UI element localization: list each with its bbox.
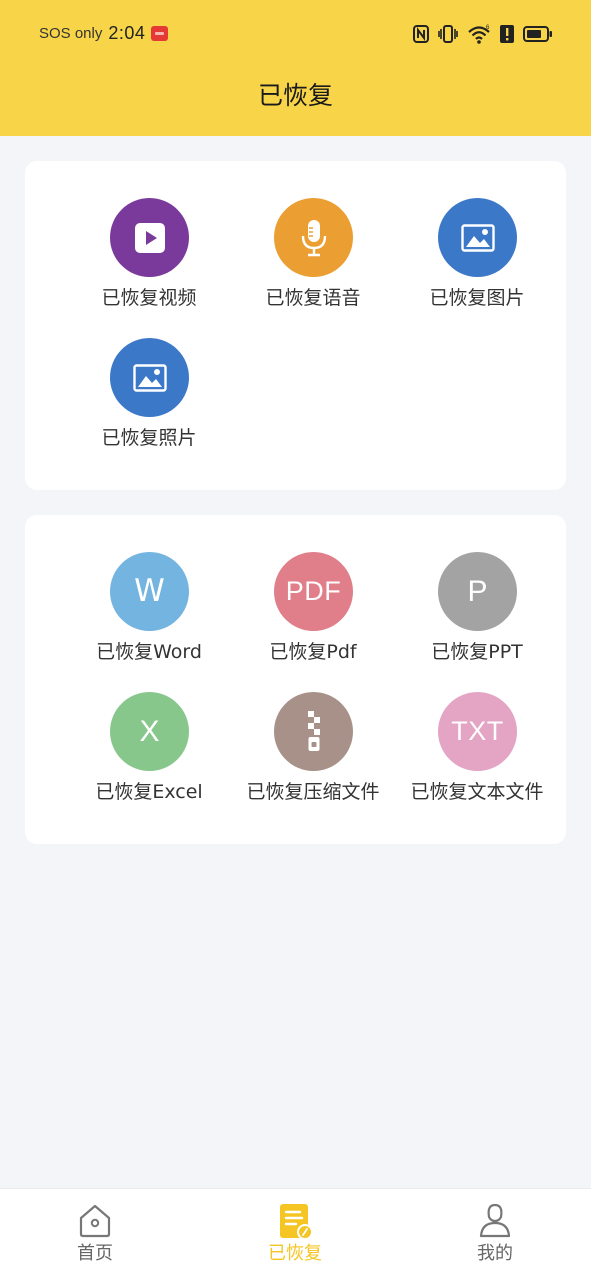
photo-icon xyxy=(110,338,189,417)
recovered-video-tile[interactable]: 已恢复视频 xyxy=(67,198,231,318)
recovered-photo-tile[interactable]: 已恢复照片 xyxy=(67,338,231,458)
status-bar: SOS only 2:04 6 xyxy=(0,0,591,66)
pdf-icon: PDF xyxy=(274,552,353,631)
nav-mine-label: 我的 xyxy=(477,1243,513,1264)
word-icon: W xyxy=(110,552,189,631)
recovered-image-label: 已恢复图片 xyxy=(429,287,525,309)
carrier-text: SOS only xyxy=(39,24,103,42)
recovered-word-tile[interactable]: W 已恢复Word xyxy=(67,552,231,672)
excel-icon: X xyxy=(110,692,189,771)
image-icon xyxy=(438,198,517,277)
nav-recovered-label: 已恢复 xyxy=(268,1243,322,1264)
nfc-icon xyxy=(413,25,429,43)
ppt-icon: P xyxy=(438,552,517,631)
nav-home-label: 首页 xyxy=(77,1243,113,1264)
app-root: SOS only 2:04 6 已恢复 已恢复视频 已恢复语音 已恢复图片 已恢… xyxy=(0,0,591,1280)
recovered-ppt-label: 已恢复PPT xyxy=(431,641,523,663)
media-recovery-card: 已恢复视频 已恢复语音 已恢复图片 已恢复照片 xyxy=(25,161,566,490)
vibrate-icon xyxy=(438,25,458,43)
video-play-icon xyxy=(110,198,189,277)
alert-icon xyxy=(500,25,514,43)
notification-badge-icon xyxy=(151,25,169,41)
recovered-excel-tile[interactable]: X 已恢复Excel xyxy=(67,692,231,812)
clock: 2:04 xyxy=(108,22,146,43)
page-title: 已恢复 xyxy=(257,81,333,110)
word-icon-text: W xyxy=(134,573,165,609)
zip-icon xyxy=(274,692,353,771)
excel-icon-text: X xyxy=(139,714,160,748)
document-recovery-card: W 已恢复Word PDF 已恢复Pdf P 已恢复PPT X 已恢复Excel xyxy=(25,515,566,844)
recovered-doc-icon xyxy=(280,1204,313,1240)
recovered-txt-label: 已恢复文本文件 xyxy=(410,781,544,803)
recovered-audio-tile[interactable]: 已恢复语音 xyxy=(231,198,395,318)
recovered-txt-tile[interactable]: TXT 已恢复文本文件 xyxy=(395,692,559,812)
recovered-pdf-tile[interactable]: PDF 已恢复Pdf xyxy=(231,552,395,672)
status-right: 6 xyxy=(413,22,553,46)
nav-recovered[interactable]: 已恢复 xyxy=(230,1189,360,1280)
recovered-image-tile[interactable]: 已恢复图片 xyxy=(395,198,559,318)
recovered-ppt-tile[interactable]: P 已恢复PPT xyxy=(395,552,559,672)
battery-icon xyxy=(523,26,552,42)
nav-mine[interactable]: 我的 xyxy=(430,1189,560,1280)
recovered-zip-tile[interactable]: 已恢复压缩文件 xyxy=(231,692,395,812)
home-icon xyxy=(79,1204,111,1238)
header-bar: SOS only 2:04 6 已恢复 xyxy=(0,0,591,136)
txt-icon: TXT xyxy=(438,692,517,771)
status-left: SOS only 2:04 xyxy=(39,20,169,46)
bottom-nav: 首页 已恢复 我的 xyxy=(0,1188,591,1280)
pdf-icon-text: PDF xyxy=(285,576,342,606)
txt-icon-text: TXT xyxy=(451,716,504,746)
svg-text:6: 6 xyxy=(486,25,490,31)
microphone-icon xyxy=(274,198,353,277)
ppt-icon-text: P xyxy=(467,574,488,608)
wifi-icon: 6 xyxy=(468,25,490,44)
nav-home[interactable]: 首页 xyxy=(30,1189,160,1280)
profile-icon xyxy=(479,1203,511,1238)
recovered-photo-label: 已恢复照片 xyxy=(101,427,197,449)
